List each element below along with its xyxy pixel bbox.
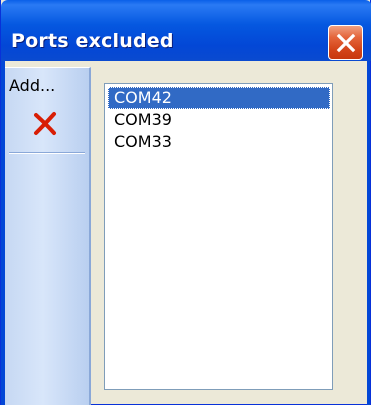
add-button[interactable]: Add... [9,72,85,100]
close-icon [336,33,356,53]
window-frame-right [367,61,370,405]
red-x-icon [34,112,56,135]
list-item[interactable]: COM42 [108,87,330,109]
close-button[interactable] [328,25,363,60]
window-title: Ports excluded [11,30,174,52]
ports-excluded-dialog: Ports excluded Add... COM42 COM39 COM33 [0,0,371,405]
ports-listbox[interactable]: COM42 COM39 COM33 [104,83,333,390]
list-item[interactable]: COM39 [108,109,330,131]
toolbar-separator [9,152,85,154]
title-bar[interactable]: Ports excluded [1,0,371,61]
list-item[interactable]: COM33 [108,131,330,153]
remove-button[interactable] [31,110,59,138]
side-toolbar: Add... [5,67,91,405]
